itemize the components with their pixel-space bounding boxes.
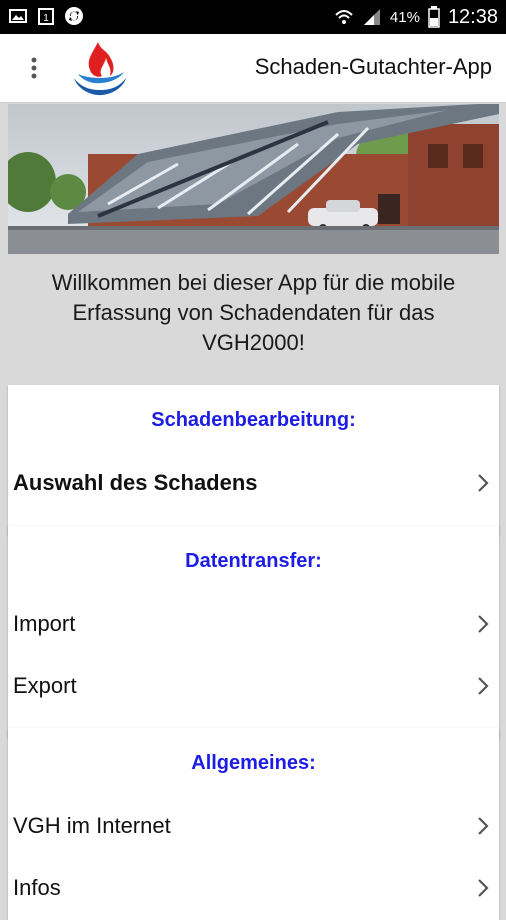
chevron-right-icon	[478, 879, 489, 897]
menu-item-export[interactable]: Export	[8, 655, 499, 717]
menu-item-infos[interactable]: Infos	[8, 857, 499, 919]
chevron-right-icon	[478, 615, 489, 633]
menu-item-label: VGH im Internet	[13, 813, 171, 838]
menu-item-label: Infos	[13, 875, 61, 900]
menu-item-label: Auswahl des Schadens	[13, 470, 258, 495]
menu-item-label: Import	[13, 611, 76, 636]
clock: 12:38	[447, 5, 498, 28]
battery-icon	[428, 6, 440, 28]
section-datentransfer: Datentransfer: Import Export	[8, 526, 499, 738]
chevron-right-icon	[478, 677, 489, 695]
app-bar: Schaden-Gutachter-App	[0, 34, 506, 103]
section-schadenbearbeitung: Schadenbearbeitung: Auswahl des Schadens	[8, 385, 499, 535]
welcome-message: Willkommen bei dieser App für die mobile…	[8, 268, 499, 358]
section-header: Allgemeines:	[191, 752, 316, 774]
banner-image	[8, 104, 499, 254]
menu-item-import[interactable]: Import	[8, 593, 499, 655]
section-header: Schadenbearbeitung:	[151, 409, 356, 431]
status-bar: 1 41% 12:38	[0, 0, 506, 34]
section-allgemeines: Allgemeines: VGH im Internet Infos	[8, 728, 499, 920]
svg-text:1: 1	[43, 13, 49, 24]
flame-logo-icon	[74, 42, 126, 96]
app-title: Schaden-Gutachter-App	[254, 54, 492, 79]
calendar-icon: 1	[38, 8, 54, 25]
welcome-line: Erfassung von Schadendaten für das	[72, 300, 435, 325]
chevron-right-icon	[478, 817, 489, 835]
overflow-menu-icon[interactable]	[20, 52, 48, 84]
welcome-line: VGH2000!	[202, 330, 305, 355]
section-header: Datentransfer:	[185, 550, 322, 572]
menu-item-label: Export	[13, 673, 77, 698]
welcome-line: Willkommen bei dieser App für die mobile	[51, 270, 456, 295]
battery-percent: 41%	[389, 8, 420, 26]
sync-icon	[65, 7, 83, 25]
chevron-right-icon	[478, 474, 489, 492]
menu-item-vgh-im-internet[interactable]: VGH im Internet	[8, 795, 499, 857]
signal-icon	[363, 9, 380, 25]
wifi-icon	[335, 10, 353, 24]
photo-icon	[9, 9, 27, 23]
menu-item-auswahl-des-schadens[interactable]: Auswahl des Schadens	[8, 452, 499, 514]
